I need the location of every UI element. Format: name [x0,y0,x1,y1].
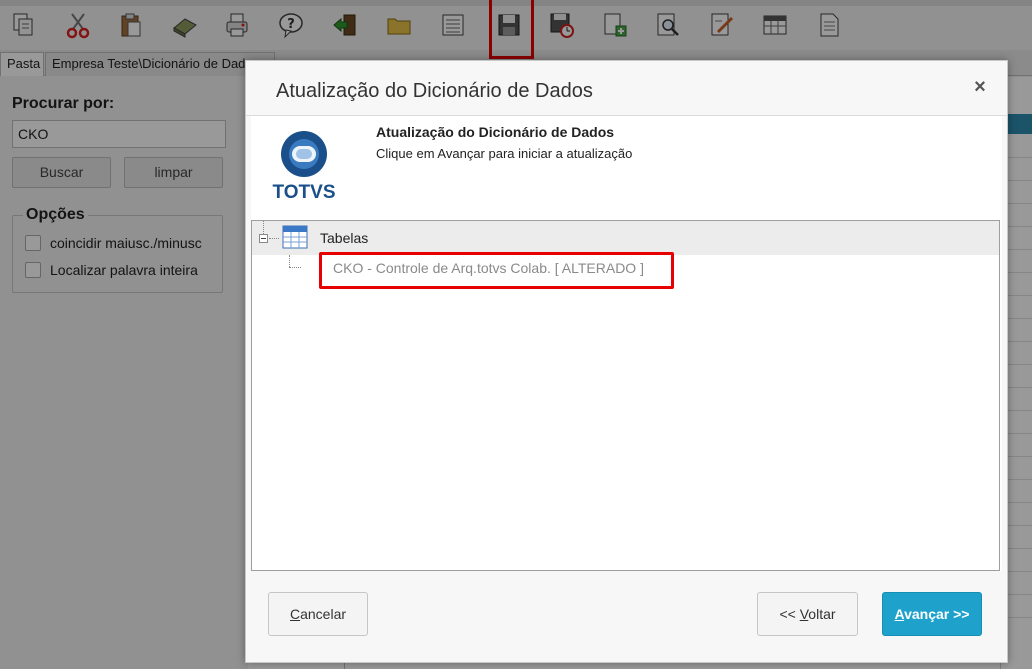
tree-node-tables[interactable]: Tabelas [252,221,999,255]
update-dictionary-dialog: Atualização do Dicionário de Dados × TOT… [245,60,1008,663]
intro-subtitle: Clique em Avançar para iniciar a atualiz… [376,146,633,161]
back-button[interactable]: << Voltar [757,592,858,636]
dialog-title: Atualização do Dicionário de Dados [276,80,593,102]
next-label: vançar >> [904,606,970,622]
tables-tree[interactable]: Tabelas CKO - Controle de Arq.totvs Cola… [251,220,1000,571]
intro-title: Atualização do Dicionário de Dados [376,124,615,140]
close-icon[interactable]: × [968,75,992,99]
back-hotkey: V [799,606,809,622]
next-hotkey: A [894,606,905,622]
dialog-body: TOTVS Atualização do Dicionário de Dados… [251,116,1002,571]
tree-connector [263,221,264,234]
tree-root-label: Tabelas [320,230,369,246]
dialog-footer: Cancelar << Voltar Avançar >> [246,571,1007,662]
logo-wordmark: TOTVS [273,182,336,200]
table-icon [282,225,308,249]
dialog-header: Atualização do Dicionário de Dados × [246,61,1007,116]
cancel-label: ancelar [300,606,347,622]
back-prefix: << [779,606,800,622]
tree-connector [289,267,301,268]
next-button[interactable]: Avançar >> [882,592,982,636]
collapse-icon[interactable] [259,234,268,243]
tree-connector [269,238,279,239]
totvs-logo: TOTVS [273,131,336,200]
tree-connector [289,255,290,267]
cancel-button[interactable]: Cancelar [268,592,368,636]
cancel-hotkey: C [289,606,301,622]
back-label: oltar [808,606,836,622]
cko-highlight [319,252,674,289]
